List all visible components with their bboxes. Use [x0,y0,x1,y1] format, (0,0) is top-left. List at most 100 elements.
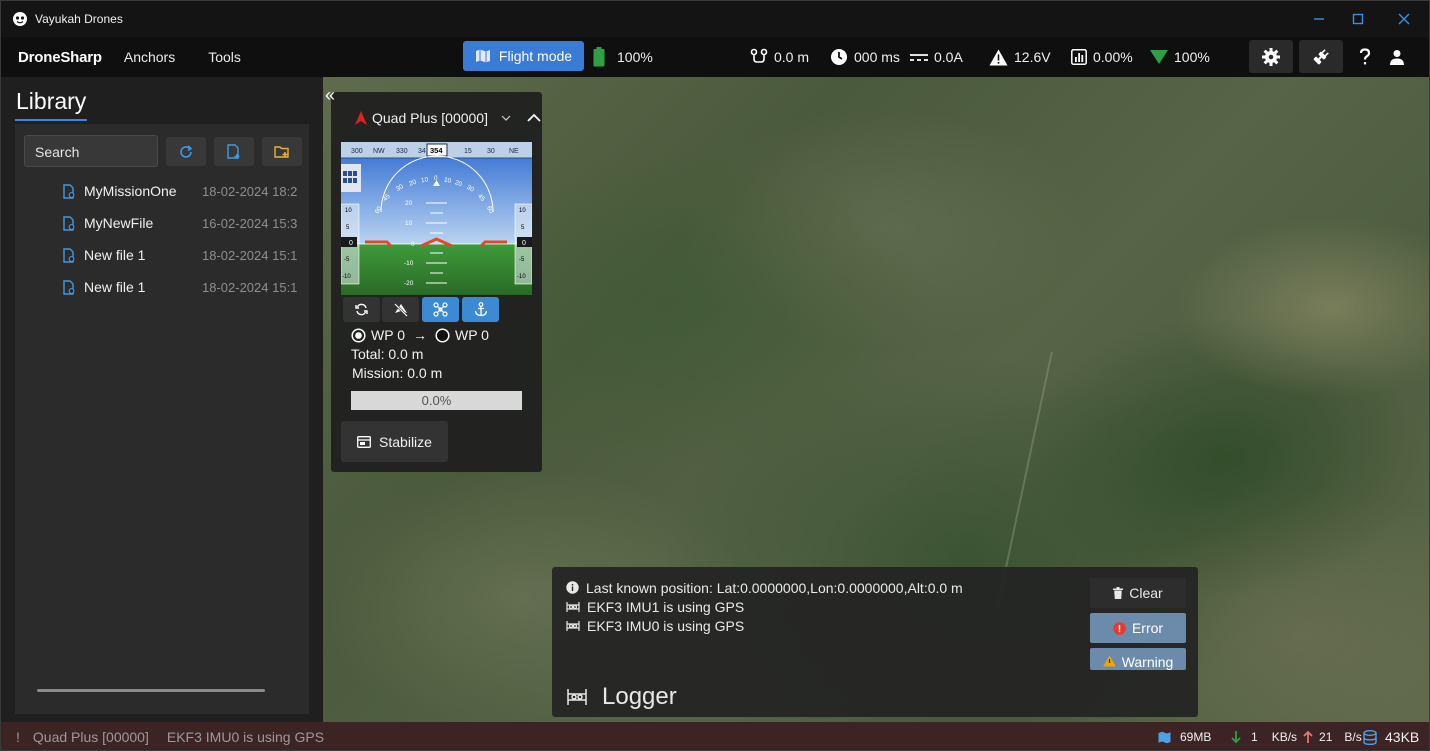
sensor-icon [566,601,580,612]
info-icon [566,581,579,594]
clear-log-button[interactable]: Clear [1090,578,1186,608]
distance-status: 0.0 m [750,37,809,77]
error-label: Error [1131,620,1164,636]
download-value: 1 [1251,730,1258,744]
stabilize-mode-button[interactable]: Stabilize [341,421,448,462]
voltage-value: 12.6V [1014,49,1051,65]
maximize-button[interactable] [1338,1,1378,37]
app-title: Vayukah Drones [35,12,123,26]
drone-mode-button[interactable] [422,297,459,322]
map-memory: 69MB [1158,722,1212,750]
battery-status: 100% [593,37,653,77]
vehicle-select[interactable]: Quad Plus [00000] [341,104,521,132]
database-icon [1363,729,1377,745]
map-icon [475,49,490,63]
vehicle-arrow-icon [355,111,367,125]
library-search-input[interactable]: Search [24,135,158,167]
flight-mode-button[interactable]: Flight mode [463,41,584,71]
file-item[interactable]: New file 1 18-02-2024 15:1 [63,277,303,297]
mission-distance: Mission: 0.0 m [352,365,443,381]
dc-current-icon [910,54,928,61]
mission-file-icon [63,247,75,263]
land-mode-button[interactable] [382,297,419,322]
file-item[interactable]: New file 1 18-02-2024 15:1 [63,245,303,265]
latency-status: 000 ms [830,37,900,77]
new-folder-button[interactable] [262,137,302,166]
radio-selected-icon[interactable] [351,327,366,343]
title-bar: Vayukah Drones [1,1,1429,37]
menu-tools[interactable]: Tools [208,49,241,65]
new-file-button[interactable] [214,137,254,166]
collapse-panel-button[interactable]: « [325,85,335,106]
log-text: EKF3 IMU0 is using GPS [587,617,745,634]
storage-value: 43KB [1385,729,1420,745]
battery-icon [593,47,605,67]
signal-status: 100% [1150,37,1210,77]
map-memory-value: 69MB [1180,730,1212,744]
compass-tick: NE [509,148,519,155]
battery-percent: 100% [617,49,653,65]
right-tape-value: 0 [522,240,526,247]
menu-anchors[interactable]: Anchors [124,49,175,65]
status-alert-mark: ! [16,729,20,745]
current-value: 0.0A [934,49,963,65]
compass-tick: NW [373,148,385,155]
settings-button[interactable] [1249,40,1293,73]
close-button[interactable] [1384,1,1424,37]
file-item[interactable]: MyMissionOne 18-02-2024 18:2 [63,181,303,201]
refresh-button[interactable] [166,137,206,166]
connect-button[interactable] [1299,40,1343,73]
user-icon [1390,49,1404,65]
error-filter-button[interactable]: Error [1090,613,1186,643]
mission-progress-bar: 0.0% [351,391,522,410]
user-button[interactable] [1385,40,1409,73]
warning-icon [1102,655,1116,667]
map-icon [1158,731,1171,743]
logger-icon [567,689,587,705]
throttle-value: 0.00% [1093,49,1133,65]
compass-tick: 30 [487,148,495,155]
rtl-mode-button[interactable] [343,297,380,322]
signal-icon [1150,50,1168,64]
pitch-label: -10 [404,260,414,267]
app-logo-icon [12,11,28,27]
route-icon [750,48,768,63]
compass-tick: 300 [351,148,363,155]
wp-to: WP 0 [454,327,489,343]
file-date: 16-02-2024 15:3 [202,215,298,231]
app-window: Vayukah Drones DroneSharp Anchors Tools … [0,0,1430,751]
file-name: New file 1 [84,279,146,295]
mission-progress-label: 0.0% [421,393,452,408]
compass-tick: 15 [464,148,472,155]
anchor-mode-button[interactable] [462,297,499,322]
storage-usage: 43KB [1363,722,1420,750]
latency-value: 000 ms [854,49,900,65]
compass-tick: 34 [418,148,426,155]
loop-icon [355,303,368,316]
log-entry: Last known position: Lat:0.0000000,Lon:0… [566,579,963,596]
warning-filter-button[interactable]: Warning [1090,648,1186,670]
logger-title-text: Logger [602,683,677,710]
left-tape-label: -10 [342,274,351,280]
log-entry: EKF3 IMU1 is using GPS [566,598,744,615]
compass-tick: 330 [396,148,408,155]
top-toolbar: DroneSharp Anchors Tools Flight mode 100… [1,37,1429,77]
file-date: 18-02-2024 15:1 [202,247,298,263]
minimize-button[interactable] [1299,1,1339,37]
wp-arrow: → [412,327,427,343]
chevron-up-icon[interactable] [527,113,541,122]
warning-label: Warning [1121,654,1174,670]
pitch-label: 10 [405,220,413,227]
help-button[interactable] [1353,40,1377,73]
file-item[interactable]: MyNewFile 16-02-2024 15:3 [63,213,303,233]
radio-unselected-icon[interactable] [435,327,450,343]
sensor-icon [566,620,580,631]
left-tape-value: 0 [349,240,353,247]
voltage-status: 12.6V [989,37,1051,77]
file-name: MyNewFile [84,215,154,231]
library-horizontal-scrollbar[interactable] [37,689,265,692]
warning-triangle-icon [989,49,1008,65]
brand-label[interactable]: DroneSharp [18,49,102,66]
left-tape-label: 10 [345,208,352,214]
waypoint-row: WP 0 → WP 0 [351,326,489,344]
